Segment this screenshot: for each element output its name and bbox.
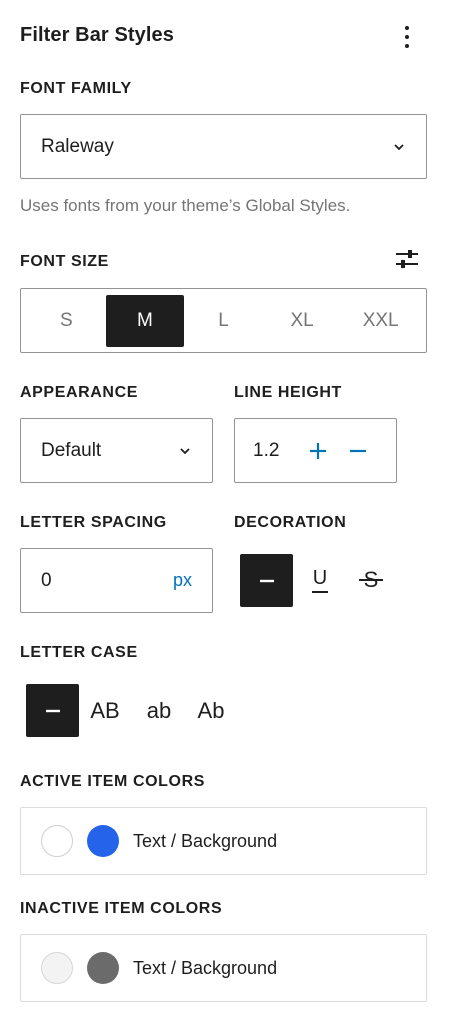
strikethrough-icon[interactable]: S <box>355 560 387 600</box>
chevron-down-icon <box>180 447 190 454</box>
font-size-option-xxl[interactable]: XXL <box>342 295 420 347</box>
line-height-label: LINE HEIGHT <box>234 384 342 401</box>
active-background-color-swatch <box>87 825 119 857</box>
appearance-value: Default <box>41 439 102 461</box>
font-size-label: FONT SIZE <box>20 253 109 270</box>
underline-glyph: U <box>312 566 328 589</box>
letter-case-uppercase-button[interactable]: AB <box>87 690 123 732</box>
inactive-background-color-swatch <box>87 952 119 984</box>
line-height-input[interactable]: 1.2 <box>234 418 397 483</box>
inactive-item-colors-text: Text / Background <box>133 957 278 978</box>
underline-bar <box>312 590 328 593</box>
more-options-icon[interactable] <box>396 22 418 52</box>
active-text-color-swatch <box>41 825 73 857</box>
inactive-item-colors-label: INACTIVE ITEM COLORS <box>20 900 223 917</box>
letter-spacing-unit[interactable]: px <box>173 570 192 591</box>
font-size-option-l[interactable]: L <box>184 295 262 347</box>
active-item-colors-text: Text / Background <box>133 830 278 851</box>
strikethrough-bar <box>359 579 383 581</box>
kebab-dot <box>405 26 409 30</box>
font-family-select[interactable]: Raleway <box>20 114 427 179</box>
letter-case-none-button[interactable] <box>26 684 79 737</box>
appearance-select[interactable]: Default <box>20 418 213 483</box>
appearance-label: APPEARANCE <box>20 384 139 401</box>
letter-spacing-label: LETTER SPACING <box>20 514 167 531</box>
kebab-dot <box>405 44 409 48</box>
panel-title: Filter Bar Styles <box>20 24 174 46</box>
font-size-segmented-control: S M L XL XXL <box>20 288 427 353</box>
underline-icon[interactable]: U <box>305 560 335 600</box>
dash-icon <box>259 579 274 582</box>
font-size-option-m[interactable]: M <box>105 294 184 347</box>
letter-spacing-value[interactable]: 0 <box>41 570 52 592</box>
active-item-colors-label: ACTIVE ITEM COLORS <box>20 773 206 790</box>
letter-case-lowercase-button[interactable]: ab <box>143 690 175 732</box>
sliders-icon[interactable] <box>394 246 420 272</box>
chevron-down-icon <box>394 143 404 150</box>
decrement-minus-icon[interactable] <box>345 438 371 464</box>
inactive-text-color-swatch <box>41 952 73 984</box>
decoration-none-button[interactable] <box>240 554 293 607</box>
increment-plus-icon[interactable] <box>305 438 331 464</box>
kebab-dot <box>405 35 409 39</box>
letter-spacing-input[interactable]: 0 px <box>20 548 213 613</box>
inactive-item-colors-button[interactable]: Text / Background <box>20 934 427 1002</box>
decoration-label: DECORATION <box>234 514 347 531</box>
font-size-option-s[interactable]: S <box>27 295 105 347</box>
font-family-value: Raleway <box>41 135 114 157</box>
letter-case-label: LETTER CASE <box>20 644 138 661</box>
letter-case-capitalize-button[interactable]: Ab <box>194 690 228 732</box>
font-family-label: FONT FAMILY <box>20 80 132 97</box>
line-height-value[interactable]: 1.2 <box>253 440 305 462</box>
dash-icon <box>45 709 60 712</box>
active-item-colors-button[interactable]: Text / Background <box>20 807 427 875</box>
font-size-option-xl[interactable]: XL <box>263 295 341 347</box>
font-family-help-text: Uses fonts from your theme’s Global Styl… <box>20 196 351 215</box>
